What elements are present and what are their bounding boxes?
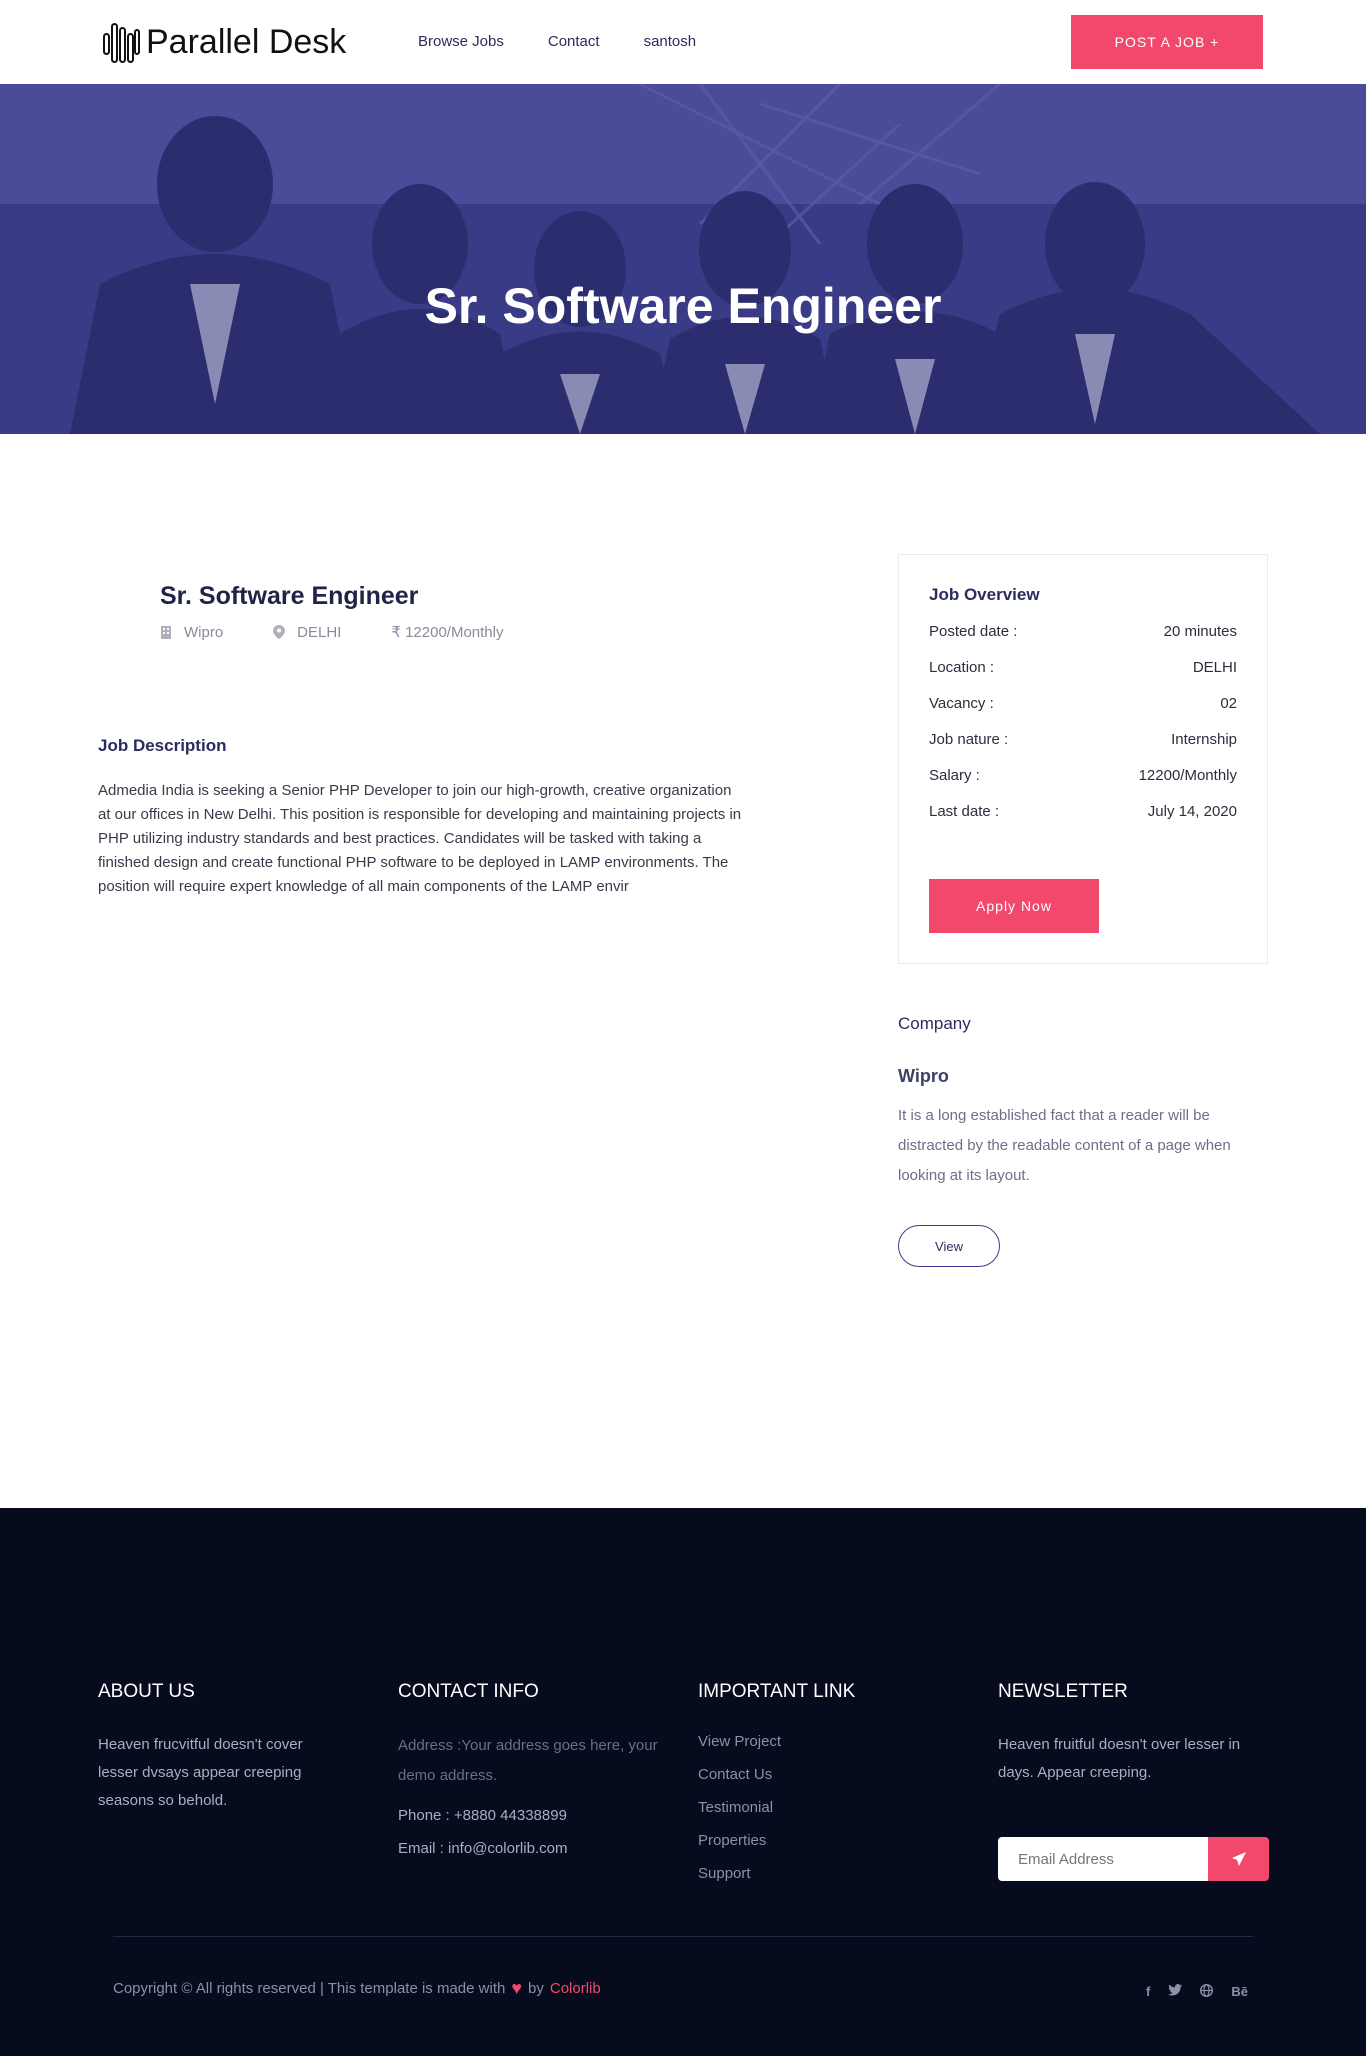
colorlib-link[interactable]: Colorlib <box>550 1980 601 1997</box>
main-nav: Browse Jobs Contact santosh <box>418 33 696 50</box>
footer-link-contact-us[interactable]: Contact Us <box>698 1758 918 1791</box>
logo-text: Parallel Desk <box>146 22 347 61</box>
site-footer: ABOUT US Heaven frucvitful doesn't cover… <box>0 1508 1366 2056</box>
nav-contact[interactable]: Contact <box>548 33 600 50</box>
overview-label: Last date : <box>929 803 1000 820</box>
job-description-heading: Job Description <box>98 736 227 755</box>
newsletter-submit-button[interactable] <box>1208 1837 1269 1881</box>
footer-newsletter: NEWSLETTER Heaven fruitful doesn't over … <box>998 1681 1270 1881</box>
overview-value: 20 minutes <box>1163 623 1237 640</box>
overview-value: July 14, 2020 <box>1147 803 1237 820</box>
job-location-text: DELHI <box>297 623 342 641</box>
post-job-button[interactable]: POST A JOB + <box>1071 15 1263 69</box>
overview-row: Posted date : 20 minutes <box>929 623 1237 659</box>
logo-bars-icon <box>103 23 140 63</box>
job-meta: Wipro DELHI ₹ 12200/Monthly <box>160 623 553 641</box>
behance-icon[interactable]: Bē <box>1231 1984 1248 1999</box>
overview-label: Salary : <box>929 767 980 784</box>
company-heading: Company <box>898 1014 971 1033</box>
overview-label: Job nature : <box>929 731 1009 748</box>
map-pin-icon <box>273 625 286 639</box>
globe-icon[interactable] <box>1200 1984 1214 1997</box>
footer-contact-title: CONTACT INFO <box>398 1681 539 1702</box>
overview-row: Job nature : Internship <box>929 731 1237 767</box>
job-description-text: Admedia India is seeking a Senior PHP De… <box>98 782 742 895</box>
footer-about: ABOUT US Heaven frucvitful doesn't cover… <box>98 1681 318 1815</box>
nav-user[interactable]: santosh <box>644 33 697 50</box>
newsletter-form <box>998 1837 1270 1881</box>
job-location: DELHI <box>273 624 341 641</box>
job-company-name: Wipro <box>184 623 224 641</box>
footer-newsletter-text: Heaven fruitful doesn't over lesser in d… <box>998 1736 1241 1781</box>
footer-contact: CONTACT INFO Address :Your address goes … <box>398 1681 658 1865</box>
company-info: Company Wipro It is a long established f… <box>898 1014 1268 1267</box>
overview-value: Internship <box>1171 731 1237 748</box>
hero-banner: Sr. Software Engineer <box>0 84 1366 434</box>
overview-row: Salary : 12200/Monthly <box>929 767 1237 803</box>
footer-link-support[interactable]: Support <box>698 1857 918 1890</box>
overview-row: Location : DELHI <box>929 659 1237 695</box>
social-links: f Bē <box>1146 1984 1248 1999</box>
overview-row: Last date : July 14, 2020 <box>929 803 1237 839</box>
footer-newsletter-title: NEWSLETTER <box>998 1681 1128 1702</box>
company-name: Wipro <box>898 1066 949 1086</box>
paper-plane-icon <box>1231 1852 1246 1866</box>
apply-now-button[interactable]: Apply Now <box>929 879 1099 933</box>
footer-about-title: ABOUT US <box>98 1681 195 1702</box>
overview-label: Posted date : <box>929 623 1018 640</box>
facebook-icon[interactable]: f <box>1146 1984 1150 1999</box>
job-overview-card: Job Overview Posted date : 20 minutes Loc… <box>898 554 1268 964</box>
view-company-button[interactable]: View <box>898 1225 1000 1267</box>
hero-title: Sr. Software Engineer <box>424 278 942 334</box>
copyright-text: Copyright © All rights reserved | This t… <box>113 1980 506 1997</box>
newsletter-email-input[interactable] <box>998 1837 1208 1881</box>
footer-links-list: View Project Contact Us Testimonial Prop… <box>698 1725 918 1890</box>
logo[interactable]: Parallel Desk <box>102 20 346 64</box>
job-overview-title: Job Overview <box>929 585 1040 604</box>
overview-row: Vacancy : 02 <box>929 695 1237 731</box>
company-about: It is a long established fact that a rea… <box>898 1107 1231 1184</box>
footer-link-testimonial[interactable]: Testimonial <box>698 1791 918 1824</box>
job-header: Sr. Software Engineer Wipro DELHI ₹ 1220… <box>160 582 553 641</box>
job-details-section: Sr. Software Engineer Wipro DELHI ₹ 1220… <box>0 434 1366 1508</box>
footer-links-title: IMPORTANT LINK <box>698 1681 856 1702</box>
footer-link-view-project[interactable]: View Project <box>698 1725 918 1758</box>
copyright: Copyright © All rights reserved | This t… <box>113 1978 601 1999</box>
site-header: Parallel Desk Browse Jobs Contact santos… <box>0 0 1366 84</box>
overview-value: 12200/Monthly <box>1138 767 1237 784</box>
overview-value: 02 <box>1220 695 1237 712</box>
footer-phone: Phone : +8880 44338899 <box>398 1807 567 1824</box>
overview-label: Location : <box>929 659 995 676</box>
heart-icon: ♥ <box>511 1978 523 1998</box>
footer-email[interactable]: Email : info@colorlib.com <box>398 1832 658 1865</box>
footer-links: IMPORTANT LINK View Project Contact Us T… <box>698 1681 918 1890</box>
job-salary: ₹ 12200/Monthly <box>391 624 504 641</box>
job-company: Wipro <box>160 624 223 641</box>
hero-team-photo <box>0 84 1366 434</box>
footer-divider <box>113 1936 1253 1937</box>
footer-about-text: Heaven frucvitful doesn't cover lesser d… <box>98 1736 303 1809</box>
copyright-by: by <box>528 1980 544 1997</box>
twitter-icon[interactable] <box>1168 1984 1183 1996</box>
building-icon <box>161 626 171 639</box>
footer-link-properties[interactable]: Properties <box>698 1824 918 1857</box>
overview-label: Vacancy : <box>929 695 994 712</box>
footer-address: Address :Your address goes here, your de… <box>398 1737 658 1784</box>
overview-value: DELHI <box>1192 659 1237 676</box>
job-title: Sr. Software Engineer <box>160 582 419 610</box>
nav-browse-jobs[interactable]: Browse Jobs <box>418 33 504 50</box>
